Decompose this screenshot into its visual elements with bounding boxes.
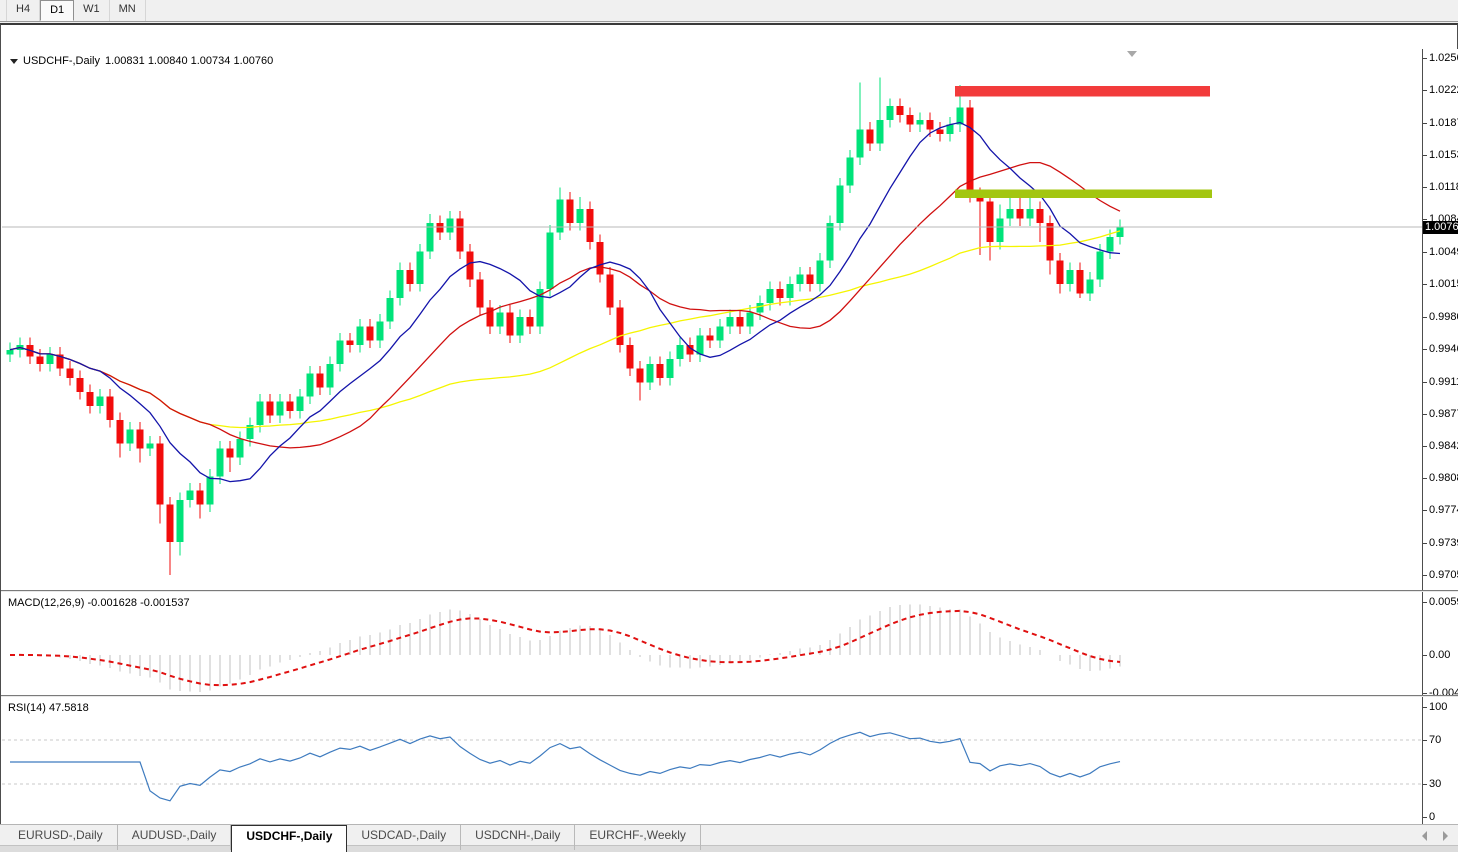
chart-tab-audusd-daily[interactable]: AUDUSD-,Daily [118, 825, 232, 850]
chart-window: USDCHF-,Daily 1.00831 1.00840 1.00734 1.… [0, 23, 1458, 825]
macd-axis-tick [1423, 693, 1427, 694]
timeframe-button-mn[interactable]: MN [110, 0, 146, 21]
price-axis-label: 0.97740 [1429, 504, 1458, 516]
timeframe-toolbar: H4D1W1MN [0, 0, 1458, 22]
price-axis-tick [1423, 155, 1427, 156]
price-axis-tick [1423, 123, 1427, 124]
macd-axis-label: 0.00597 [1429, 596, 1458, 608]
price-axis-label: 0.98770 [1429, 408, 1458, 420]
rsi-axis-tick [1423, 817, 1427, 818]
price-axis-label: 0.98420 [1429, 440, 1458, 452]
price-axis-tick [1423, 414, 1427, 415]
chart-tab-eurchf-weekly[interactable]: EURCHF-,Weekly [575, 825, 700, 850]
price-axis-tick [1423, 446, 1427, 447]
rsi-pane[interactable]: RSI(14) 47.5818 [2, 697, 1422, 829]
rsi-value: 47.5818 [49, 702, 89, 714]
price-axis-tick [1423, 543, 1427, 544]
macd-axis-label: 0.00 [1429, 649, 1450, 661]
price-axis-label: 1.01870 [1429, 117, 1458, 129]
chart-tab-usdcad-daily[interactable]: USDCAD-,Daily [347, 825, 461, 850]
rsi-axis[interactable]: 100 70 30 0 [1422, 697, 1458, 829]
current-price-tag: 1.00760 [1423, 221, 1458, 234]
macd-values: -0.001628 -0.001537 [87, 597, 189, 609]
chart-tab-bar: EURUSD-,DailyAUDUSD-,DailyUSDCHF-,DailyU… [0, 824, 1458, 852]
macd-axis-tick [1423, 602, 1427, 603]
price-axis-tick [1423, 317, 1427, 318]
rsi-axis-tick [1423, 707, 1427, 708]
price-axis-tick [1423, 252, 1427, 253]
price-axis-label: 0.99110 [1429, 376, 1458, 388]
zone-resistance[interactable] [955, 86, 1210, 96]
price-axis-label: 0.97390 [1429, 537, 1458, 549]
price-axis-label: 1.01530 [1429, 149, 1458, 161]
chart-title: USDCHF-,Daily 1.00831 1.00840 1.00734 1.… [10, 55, 273, 67]
zone-support[interactable] [955, 189, 1212, 197]
chart-ohlc-values: 1.00831 1.00840 1.00734 1.00760 [105, 55, 273, 67]
chart-tab-eurusd-daily[interactable]: EURUSD-,Daily [4, 825, 118, 850]
price-axis-tick [1423, 187, 1427, 188]
rsi-axis-label: 100 [1429, 701, 1447, 713]
autoscroll-marker-icon [1127, 51, 1137, 57]
price-axis-tick [1423, 284, 1427, 285]
rsi-axis-label: 30 [1429, 778, 1441, 790]
chart-tab-usdcnh-daily[interactable]: USDCNH-,Daily [461, 825, 575, 850]
price-axis-label: 1.02560 [1429, 52, 1458, 64]
price-axis-tick [1423, 349, 1427, 350]
price-axis-tick [1423, 478, 1427, 479]
macd-axis[interactable]: 0.005970.00-0.00424 [1422, 592, 1458, 695]
chart-tab-usdchf-daily[interactable]: USDCHF-,Daily [231, 825, 347, 852]
timeframe-button-d1[interactable]: D1 [40, 0, 74, 21]
price-axis-tick [1423, 90, 1427, 91]
price-axis-label: 1.01180 [1429, 181, 1458, 193]
price-axis-label: 0.98080 [1429, 472, 1458, 484]
rsi-axis-label: 0 [1429, 811, 1435, 823]
macd-pane[interactable]: MACD(12,26,9) -0.001628 -0.001537 [2, 592, 1422, 695]
rsi-label: RSI(14) 47.5818 [8, 702, 89, 714]
rsi-axis-tick [1423, 784, 1427, 785]
chart-dropdown-icon[interactable] [10, 59, 18, 64]
rsi-axis-label: 70 [1429, 734, 1441, 746]
timeframe-button-w1[interactable]: W1 [74, 0, 110, 21]
tab-scroll-left-icon[interactable] [1422, 831, 1427, 841]
price-axis-label: 0.99460 [1429, 343, 1458, 355]
timeframe-button-h4[interactable]: H4 [6, 0, 40, 21]
rsi-axis-tick [1423, 740, 1427, 741]
price-axis[interactable]: 1.025601.022201.018701.015301.011801.008… [1422, 49, 1458, 590]
price-chart-canvas[interactable] [2, 49, 1422, 590]
price-axis-label: 1.00150 [1429, 278, 1458, 290]
price-axis-tick [1423, 510, 1427, 511]
mt4-application: H4D1W1MN USDCHF-,Daily 1.00831 1.00840 1… [0, 0, 1458, 852]
price-axis-label: 1.02220 [1429, 84, 1458, 96]
price-axis-tick [1423, 575, 1427, 576]
price-axis-label: 0.99800 [1429, 311, 1458, 323]
macd-axis-tick [1423, 655, 1427, 656]
price-axis-tick [1423, 382, 1427, 383]
price-axis-tick [1423, 58, 1427, 59]
price-axis-label: 0.97050 [1429, 569, 1458, 581]
chart-symbol-label: USDCHF-,Daily [23, 55, 100, 67]
macd-label: MACD(12,26,9) -0.001628 -0.001537 [8, 597, 190, 609]
tab-scroll-right-icon[interactable] [1443, 831, 1448, 841]
price-axis-label: 1.00490 [1429, 246, 1458, 258]
